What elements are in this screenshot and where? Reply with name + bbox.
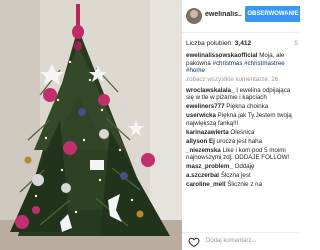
avatar[interactable] bbox=[186, 8, 202, 24]
comment-username[interactable]: eweliners777 bbox=[186, 103, 225, 110]
caption: ewelinalissowskaofficial Moja, ale pakow… bbox=[186, 52, 298, 75]
comment-item: wroclawskalala_ I ewelina odpijająca się… bbox=[186, 87, 298, 102]
christmas-tree-image bbox=[0, 0, 182, 250]
post-header: ewelinalis... OBSERWOWANIE bbox=[182, 0, 300, 33]
heart-icon[interactable] bbox=[188, 236, 200, 248]
comment-text: Ślczna jest bbox=[220, 172, 251, 180]
likes-number: 3,412 bbox=[234, 40, 252, 47]
post-side-panel: ewelinalis... OBSERWOWANIE Liczba polubi… bbox=[182, 0, 300, 250]
load-more-comments[interactable]: zobacz wszystkie komentarze: 26 bbox=[186, 76, 298, 84]
comment-username[interactable]: masz_problem_ bbox=[186, 163, 233, 170]
comments-list: ewelinalissowskaofficial Moja, ale pakow… bbox=[186, 52, 298, 190]
comment-item: _niezemska Like i kom pod 5 moimi najnow… bbox=[186, 147, 298, 162]
comment-item: masz_problem_ Oddaję bbox=[186, 163, 298, 171]
comment-text: Oleśnica bbox=[230, 128, 255, 136]
comment-text: Ślicznie z na bbox=[227, 181, 263, 189]
comment-username[interactable]: a.szczerbal bbox=[186, 172, 219, 179]
instagram-post: ewelinalis... OBSERWOWANIE Liczba polubi… bbox=[0, 0, 300, 250]
post-photo[interactable] bbox=[0, 0, 182, 250]
comment-username[interactable]: userwicka bbox=[186, 112, 216, 119]
comment-text: Piękna choinka bbox=[226, 103, 269, 111]
comment-item: userwicka Piękna jak Ty.Jestem twoją naj… bbox=[186, 112, 298, 127]
comment-item: karinazawierta Oleśnica bbox=[186, 129, 298, 137]
comment-username[interactable]: karinazawierta bbox=[186, 129, 229, 136]
comment-username[interactable]: wroclawskalala_ bbox=[186, 87, 235, 94]
comment-username[interactable]: allyson Ej bbox=[186, 138, 215, 145]
comment-item: eweliners777 Piękna choinka bbox=[186, 103, 298, 111]
post-footer: Dodaj komentarz... bbox=[182, 232, 300, 250]
comment-text: Oddaję bbox=[234, 163, 255, 171]
comment-username[interactable]: _niezemska bbox=[186, 147, 221, 154]
comment-username[interactable]: caroline_mell bbox=[186, 181, 226, 188]
following-button[interactable]: OBSERWOWANIE bbox=[245, 6, 300, 22]
comment-text: urocza jest haha bbox=[216, 137, 263, 145]
likes-label: Liczba polubień: bbox=[186, 40, 233, 47]
post-age: 5 bbox=[294, 40, 298, 47]
comment-item: caroline_mell Ślicznie z na bbox=[186, 181, 298, 189]
comment-item: a.szczerbal Ślczna jest bbox=[186, 172, 298, 180]
username-link[interactable]: ewelinalis... bbox=[205, 11, 242, 18]
caption-username[interactable]: ewelinalissowskaofficial bbox=[186, 52, 258, 59]
likes-count[interactable]: Liczba polubień: 3,412 bbox=[186, 40, 251, 47]
add-comment-input[interactable]: Dodaj komentarz... bbox=[206, 238, 256, 244]
comment-item: allyson Ej urocza jest haha bbox=[186, 138, 298, 146]
